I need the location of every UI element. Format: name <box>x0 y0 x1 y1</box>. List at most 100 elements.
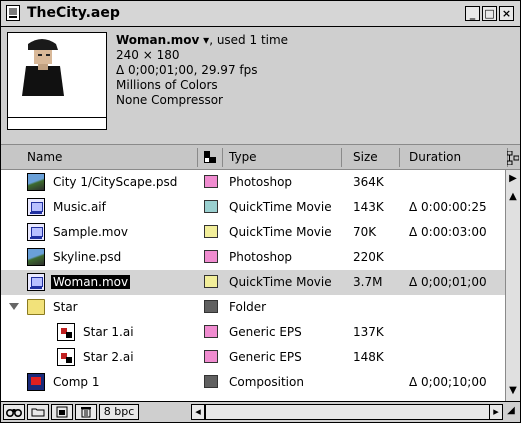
item-name-highlight[interactable]: Woman.mov <box>51 275 131 289</box>
item-size: 364K <box>353 175 384 189</box>
photoshop-file-icon <box>27 173 45 191</box>
info-colors: Millions of Colors <box>116 78 218 92</box>
info-usage: , used 1 time <box>209 33 289 47</box>
list-item[interactable]: City 1/CityScape.psd Photoshop 364K <box>1 170 505 195</box>
color-depth-button[interactable]: 8 bpc <box>99 404 139 420</box>
item-duration: Δ 0;00;01;00 <box>409 275 487 289</box>
item-size: 3.7M <box>353 275 383 289</box>
minimize-button[interactable]: _ <box>465 6 480 21</box>
list-item[interactable]: Skyline.psd Photoshop 220K <box>1 245 505 270</box>
item-duration: Δ 0:00:00:25 <box>409 200 487 214</box>
item-info-text: Woman.mov ▾, used 1 time 240 × 180 Δ 0;0… <box>116 33 288 108</box>
item-type: Generic EPS <box>229 325 302 339</box>
item-size: 143K <box>353 200 384 214</box>
footage-thumbnail <box>7 32 107 130</box>
column-separator[interactable] <box>341 148 342 167</box>
info-file-name: Woman.mov <box>116 33 200 47</box>
item-size: 70K <box>353 225 377 239</box>
list-item-folder[interactable]: Star Folder <box>1 295 505 320</box>
info-duration-fps: Δ 0;00;01;00, 29.97 fps <box>116 63 258 77</box>
info-compressor: None Compressor <box>116 93 223 107</box>
column-type-header[interactable]: Type <box>229 150 257 164</box>
window-title: TheCity.aep <box>27 5 120 21</box>
project-item-list: City 1/CityScape.psd Photoshop 364K Musi… <box>1 170 505 401</box>
item-name: Music.aif <box>53 200 106 214</box>
item-type: Composition <box>229 375 304 389</box>
scroll-up-arrow-icon[interactable]: ▲ <box>506 190 520 204</box>
item-name: Woman.mov <box>51 275 131 289</box>
composition-icon <box>27 373 45 391</box>
label-swatch[interactable] <box>204 275 218 288</box>
item-type: Folder <box>229 300 267 314</box>
photoshop-file-icon <box>27 248 45 266</box>
column-name-header[interactable]: Name <box>27 150 62 164</box>
label-swatch[interactable] <box>204 200 218 213</box>
list-item[interactable]: Star 1.ai Generic EPS 137K <box>1 320 505 345</box>
label-swatch[interactable] <box>204 250 218 263</box>
label-swatch[interactable] <box>204 175 218 188</box>
project-window: TheCity.aep _ □ × Woman.mov ▾, used 1 ti… <box>0 0 521 423</box>
disclosure-triangle-icon[interactable] <box>9 303 19 310</box>
item-name: Star 1.ai <box>83 325 134 339</box>
column-header: Name Type Size Duration <box>1 144 520 170</box>
woman-thumbnail-image <box>22 39 64 96</box>
label-swatch[interactable] <box>204 300 218 313</box>
label-column-icon[interactable] <box>204 151 216 163</box>
item-name: Star <box>53 300 78 314</box>
column-separator[interactable] <box>399 148 400 167</box>
maximize-button[interactable]: □ <box>482 6 497 21</box>
column-separator[interactable] <box>197 148 198 167</box>
item-size: 137K <box>353 325 384 339</box>
info-dimensions: 240 × 180 <box>116 48 180 62</box>
column-separator[interactable] <box>222 148 223 167</box>
quicktime-file-icon <box>27 223 45 241</box>
new-composition-icon[interactable] <box>51 404 73 420</box>
folder-icon <box>27 299 45 315</box>
illustrator-file-icon <box>57 348 75 366</box>
list-item-selected[interactable]: Woman.mov QuickTime Movie 3.7M Δ 0;00;01… <box>1 270 505 295</box>
item-name: Sample.mov <box>53 225 128 239</box>
scroll-down-arrow-icon[interactable]: ▼ <box>506 384 520 398</box>
illustrator-file-icon <box>57 323 75 341</box>
label-swatch[interactable] <box>204 375 218 388</box>
horizontal-scrollbar[interactable] <box>205 404 501 420</box>
vertical-scrollbar[interactable]: ▶ ▲ ▼ <box>505 170 520 401</box>
item-duration: Δ 0:00:03:00 <box>409 225 487 239</box>
quicktime-file-icon <box>27 273 45 291</box>
list-item[interactable]: Music.aif QuickTime Movie 143K Δ 0:00:00… <box>1 195 505 220</box>
title-bar[interactable]: TheCity.aep _ □ × <box>1 1 520 27</box>
item-type: Photoshop <box>229 175 293 189</box>
column-duration-header[interactable]: Duration <box>409 150 461 164</box>
item-name: Star 2.ai <box>83 350 134 364</box>
item-size: 148K <box>353 350 384 364</box>
flowchart-icon[interactable] <box>507 151 519 165</box>
thumbnail-divider <box>8 117 106 118</box>
trash-icon[interactable] <box>75 404 97 420</box>
quicktime-file-icon <box>27 198 45 216</box>
scroll-right-arrow-icon[interactable]: ▸ <box>489 404 503 420</box>
item-type: Photoshop <box>229 250 293 264</box>
item-type: QuickTime Movie <box>229 200 332 214</box>
label-swatch[interactable] <box>204 325 218 338</box>
resize-grip-icon[interactable]: ◢ <box>504 405 518 420</box>
list-item[interactable]: Star 2.ai Generic EPS 148K <box>1 345 505 370</box>
label-swatch[interactable] <box>204 350 218 363</box>
list-item[interactable]: Comp 1 Composition Δ 0;00;10;00 <box>1 370 505 395</box>
scroll-left-arrow-icon[interactable]: ◂ <box>191 404 205 420</box>
bottom-toolbar: 8 bpc ◂ ▸ ◢ <box>1 401 520 422</box>
item-type: QuickTime Movie <box>229 225 332 239</box>
find-binoculars-icon[interactable] <box>3 404 25 420</box>
item-info-panel: Woman.mov ▾, used 1 time 240 × 180 Δ 0;0… <box>1 27 520 144</box>
close-button[interactable]: × <box>499 6 514 21</box>
list-item[interactable]: Sample.mov QuickTime Movie 70K Δ 0:00:03… <box>1 220 505 245</box>
item-name: City 1/CityScape.psd <box>53 175 178 189</box>
item-size: 220K <box>353 250 384 264</box>
item-type: Generic EPS <box>229 350 302 364</box>
scroll-right-arrow-icon[interactable]: ▶ <box>506 172 520 186</box>
new-folder-icon[interactable] <box>27 404 49 420</box>
item-type: QuickTime Movie <box>229 275 332 289</box>
column-size-header[interactable]: Size <box>353 150 378 164</box>
item-name: Comp 1 <box>53 375 100 389</box>
project-file-icon <box>6 5 20 21</box>
label-swatch[interactable] <box>204 225 218 238</box>
